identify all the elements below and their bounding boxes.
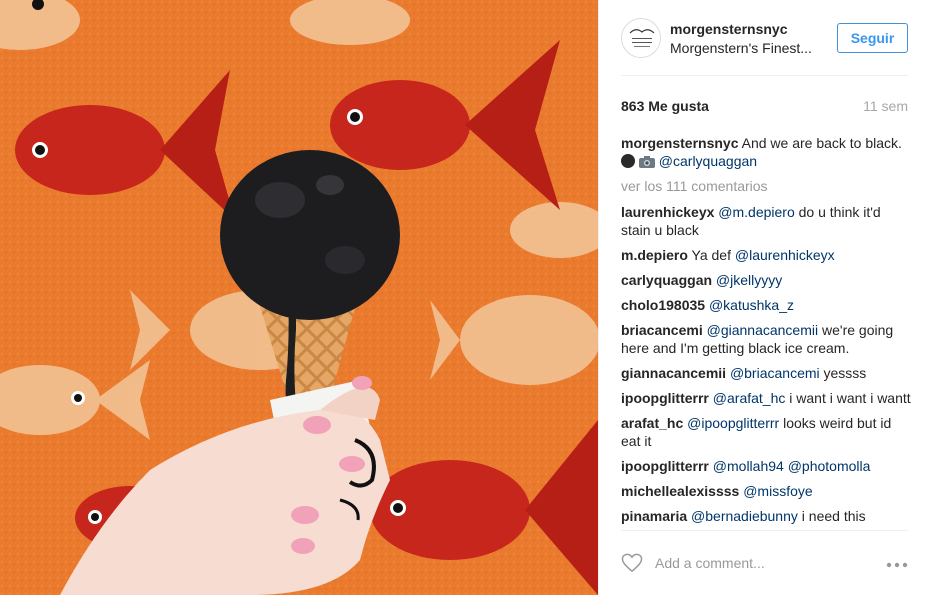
list-item: ipoopglitterrr @arafat_hc i want i want … xyxy=(621,389,911,407)
caption: morgensternsnyc And we are back to black… xyxy=(621,134,911,170)
list-item: carlyquaggan @jkellyyyy xyxy=(621,271,911,289)
view-all-comments-link[interactable]: ver los 111 comentarios xyxy=(621,177,911,195)
comment-user[interactable]: carlyquaggan xyxy=(621,272,712,288)
comment-user[interactable]: ipoopglitterrr xyxy=(621,390,709,406)
follow-button[interactable]: Seguir xyxy=(837,23,908,53)
post-side-panel: morgensternsnyc Morgenstern's Finest... … xyxy=(598,0,926,595)
list-item: ipoopglitterrr @mollah94 @photomolla xyxy=(621,457,911,475)
list-item: arafat_hc @ipoopglitterrr looks weird bu… xyxy=(621,414,911,450)
comment-mention[interactable]: @briacancemi xyxy=(730,365,820,381)
morgenstern-logo-icon xyxy=(623,20,660,57)
comment-mention[interactable]: @missfoye xyxy=(743,483,812,499)
list-item: laurenhickeyx @m.depiero do u think it'd… xyxy=(621,203,911,239)
comment-mention[interactable]: @mollah94 @photomolla xyxy=(713,458,871,474)
list-item: m.depiero Ya def @laurenhickeyx xyxy=(621,246,911,264)
caption-mention[interactable]: @carlyquaggan xyxy=(659,153,757,169)
comment-user[interactable]: michellealexissss xyxy=(621,483,739,499)
black-circle-emoji-icon xyxy=(621,154,635,168)
post-time[interactable]: 11 sem xyxy=(863,98,908,114)
post-username[interactable]: morgensternsnyc xyxy=(670,21,787,37)
list-item: giannacancemii @briacancemi yessss xyxy=(621,364,911,382)
comment-text: Ya def xyxy=(691,247,731,263)
likes-count[interactable]: 863 Me gusta xyxy=(621,98,709,114)
comment-user[interactable]: laurenhickeyx xyxy=(621,204,714,220)
heart-icon[interactable] xyxy=(621,553,643,573)
comment-mention[interactable]: @laurenhickeyx xyxy=(735,247,835,263)
comment-text: i want i want i wantt xyxy=(789,390,911,406)
comment-mention[interactable]: @arafat_hc xyxy=(713,390,786,406)
comment-mention[interactable]: @jkellyyyy xyxy=(716,272,782,288)
post-header: morgensternsnyc Morgenstern's Finest... … xyxy=(621,18,908,76)
comment-footer xyxy=(621,530,908,595)
post-photo[interactable] xyxy=(0,0,598,595)
comment-user[interactable]: arafat_hc xyxy=(621,415,683,431)
add-comment-input[interactable] xyxy=(655,551,865,575)
comment-user[interactable]: ipoopglitterrr xyxy=(621,458,709,474)
camera-emoji-icon xyxy=(638,156,655,168)
comment-mention[interactable]: @giannacancemii xyxy=(707,322,819,338)
ice-cream-photo xyxy=(0,0,598,595)
comments-list: morgensternsnyc And we are back to black… xyxy=(621,134,911,530)
avatar[interactable] xyxy=(621,18,661,58)
likes-row: 863 Me gusta 11 sem xyxy=(621,98,908,118)
comment-user[interactable]: giannacancemii xyxy=(621,365,726,381)
more-options-icon[interactable] xyxy=(886,562,908,568)
comment-mention[interactable]: @katushka_z xyxy=(709,297,794,313)
caption-user[interactable]: morgensternsnyc xyxy=(621,135,738,151)
list-item: briacancemi @giannacancemii we're going … xyxy=(621,321,911,357)
caption-text: And we are back to black. xyxy=(741,135,902,151)
list-item: pinamaria @bernadiebunny i need this xyxy=(621,507,911,525)
post-location[interactable]: Morgenstern's Finest... xyxy=(670,40,812,56)
comment-user[interactable]: briacancemi xyxy=(621,322,703,338)
comment-user[interactable]: m.depiero xyxy=(621,247,688,263)
list-item: michellealexissss @missfoye xyxy=(621,482,911,500)
comment-mention[interactable]: @m.depiero xyxy=(718,204,794,220)
comment-text: yessss xyxy=(823,365,867,381)
list-item: cholo198035 @katushka_z xyxy=(621,296,911,314)
comment-mention[interactable]: @ipoopglitterrr xyxy=(687,415,779,431)
comment-user[interactable]: cholo198035 xyxy=(621,297,705,313)
comment-mention[interactable]: @bernadiebunny xyxy=(691,508,798,524)
comment-text: i need this xyxy=(801,508,866,524)
comment-user[interactable]: pinamaria xyxy=(621,508,687,524)
